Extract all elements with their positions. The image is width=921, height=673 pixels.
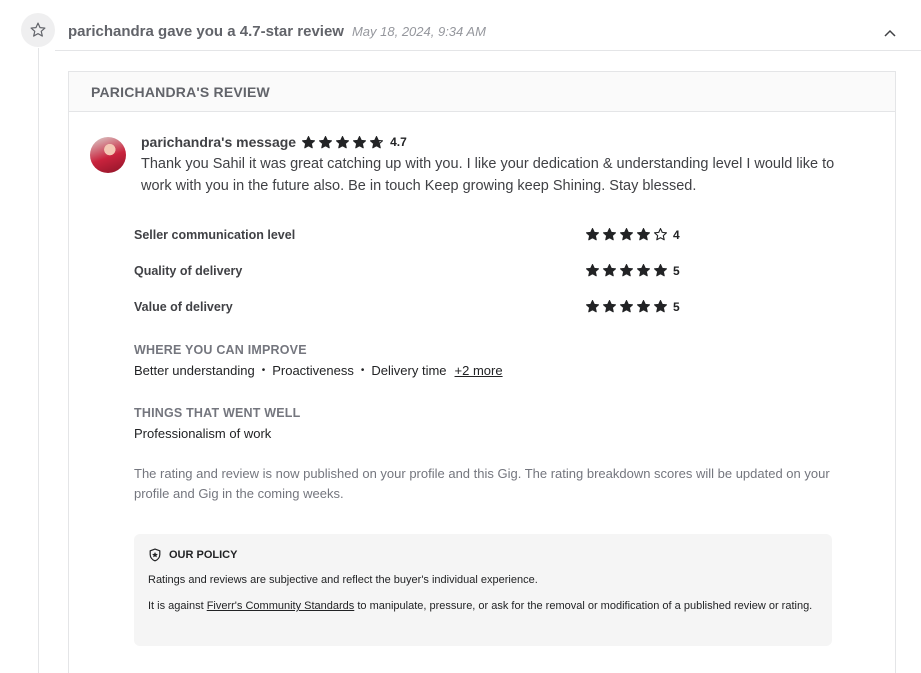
star-filled-icon bbox=[603, 300, 616, 313]
star-half-icon bbox=[370, 135, 384, 148]
event-header: parichandra gave you a 4.7-star review M… bbox=[68, 20, 901, 42]
event-icon bbox=[21, 13, 55, 47]
star-filled-icon bbox=[637, 228, 650, 241]
avatar bbox=[90, 137, 126, 173]
breakdown-rating: 4 bbox=[585, 227, 680, 242]
breakdown-stars bbox=[585, 299, 670, 314]
breakdown-row: Value of delivery 5 bbox=[134, 300, 694, 336]
breakdown-row: Seller communication level 4 bbox=[134, 228, 694, 264]
breakdown-stars bbox=[585, 263, 670, 278]
publish-note: The rating and review is now published o… bbox=[134, 466, 830, 501]
tag-separator: • bbox=[360, 365, 365, 376]
breakdown-row: Quality of delivery 5 bbox=[134, 264, 694, 300]
header-divider bbox=[55, 50, 921, 51]
breakdown-label: Seller communication level bbox=[134, 228, 296, 242]
event-title: parichandra gave you a 4.7-star review bbox=[68, 22, 344, 40]
policy-box: OUR POLICY Ratings and reviews are subje… bbox=[134, 534, 832, 646]
show-more-link[interactable]: +2 more bbox=[455, 363, 503, 378]
review-message: parichandra's message 4.7 Thank you Sahi… bbox=[141, 134, 861, 197]
star-filled-icon bbox=[586, 300, 599, 313]
breakdown-rating-value: 4 bbox=[673, 227, 680, 242]
star-filled-icon bbox=[637, 300, 650, 313]
event-date: May 18, 2024, 9:34 AM bbox=[351, 23, 486, 39]
policy-title: OUR POLICY bbox=[169, 549, 238, 561]
breakdown-rating: 5 bbox=[585, 263, 680, 278]
star-filled-icon bbox=[603, 264, 616, 277]
message-author: parichandra's message bbox=[141, 134, 297, 150]
chevron-up-icon bbox=[884, 29, 896, 37]
improve-tag: Proactiveness bbox=[272, 363, 354, 378]
policy-text-after: to manipulate, pressure, or ask for the … bbox=[354, 600, 813, 612]
star-filled-icon bbox=[302, 135, 316, 148]
policy-text: Ratings and reviews are subjective and r… bbox=[148, 574, 538, 586]
went-well-tags: Professionalism of work bbox=[134, 426, 834, 441]
breakdown-rating-value: 5 bbox=[673, 263, 680, 278]
policy-text-before: It is against bbox=[148, 600, 207, 612]
breakdown-rating: 5 bbox=[585, 299, 680, 314]
collapse-button[interactable] bbox=[883, 26, 897, 40]
improve-tag: Delivery time bbox=[371, 363, 447, 378]
went-well-title: THINGS THAT WENT WELL bbox=[134, 406, 301, 420]
breakdown-label: Quality of delivery bbox=[134, 264, 243, 278]
star-filled-icon bbox=[586, 228, 599, 241]
improve-tag: Better understanding bbox=[134, 363, 255, 378]
star-filled-icon bbox=[353, 135, 367, 148]
policy-head: OUR POLICY bbox=[148, 548, 818, 562]
overall-stars bbox=[301, 135, 386, 150]
tag-separator: • bbox=[261, 365, 266, 376]
star-outline-icon bbox=[30, 22, 46, 37]
community-standards-link[interactable]: Fiverr's Community Standards bbox=[207, 600, 355, 612]
breakdown-rating-value: 5 bbox=[673, 299, 680, 314]
star-filled-icon bbox=[603, 228, 616, 241]
went-well-section: THINGS THAT WENT WELL Professionalism of… bbox=[134, 406, 834, 441]
message-head: parichandra's message 4.7 bbox=[141, 134, 861, 150]
star-filled-icon bbox=[654, 300, 667, 313]
star-empty-icon bbox=[654, 228, 667, 241]
overall-rating-value: 4.7 bbox=[390, 135, 407, 149]
review-card: PARICHANDRA'S REVIEW parichandra's messa… bbox=[68, 71, 896, 673]
order-activity-page: parichandra gave you a 4.7-star review M… bbox=[0, 0, 921, 673]
timeline-line bbox=[38, 48, 39, 673]
star-filled-icon bbox=[586, 264, 599, 277]
went-well-tag: Professionalism of work bbox=[134, 426, 272, 441]
improve-title: WHERE YOU CAN IMPROVE bbox=[134, 343, 307, 357]
shield-icon bbox=[149, 548, 161, 562]
review-card-header: PARICHANDRA'S REVIEW bbox=[69, 72, 895, 112]
policy-text-standards: It is against Fiverr's Community Standar… bbox=[148, 598, 818, 614]
star-filled-icon bbox=[620, 300, 633, 313]
star-filled-icon bbox=[654, 264, 667, 277]
message-text: Thank you Sahil it was great catching up… bbox=[141, 156, 835, 194]
star-filled-icon bbox=[620, 228, 633, 241]
star-filled-icon bbox=[319, 135, 333, 148]
improve-tags: Better understanding • Proactiveness • D… bbox=[134, 363, 834, 378]
breakdown-label: Value of delivery bbox=[134, 300, 233, 314]
star-filled-icon bbox=[637, 264, 650, 277]
rating-breakdown: Seller communication level 4 Quality of … bbox=[134, 228, 694, 336]
improve-section: WHERE YOU CAN IMPROVE Better understandi… bbox=[134, 343, 834, 378]
star-filled-icon bbox=[336, 135, 350, 148]
star-filled-icon bbox=[620, 264, 633, 277]
breakdown-stars bbox=[585, 227, 670, 242]
